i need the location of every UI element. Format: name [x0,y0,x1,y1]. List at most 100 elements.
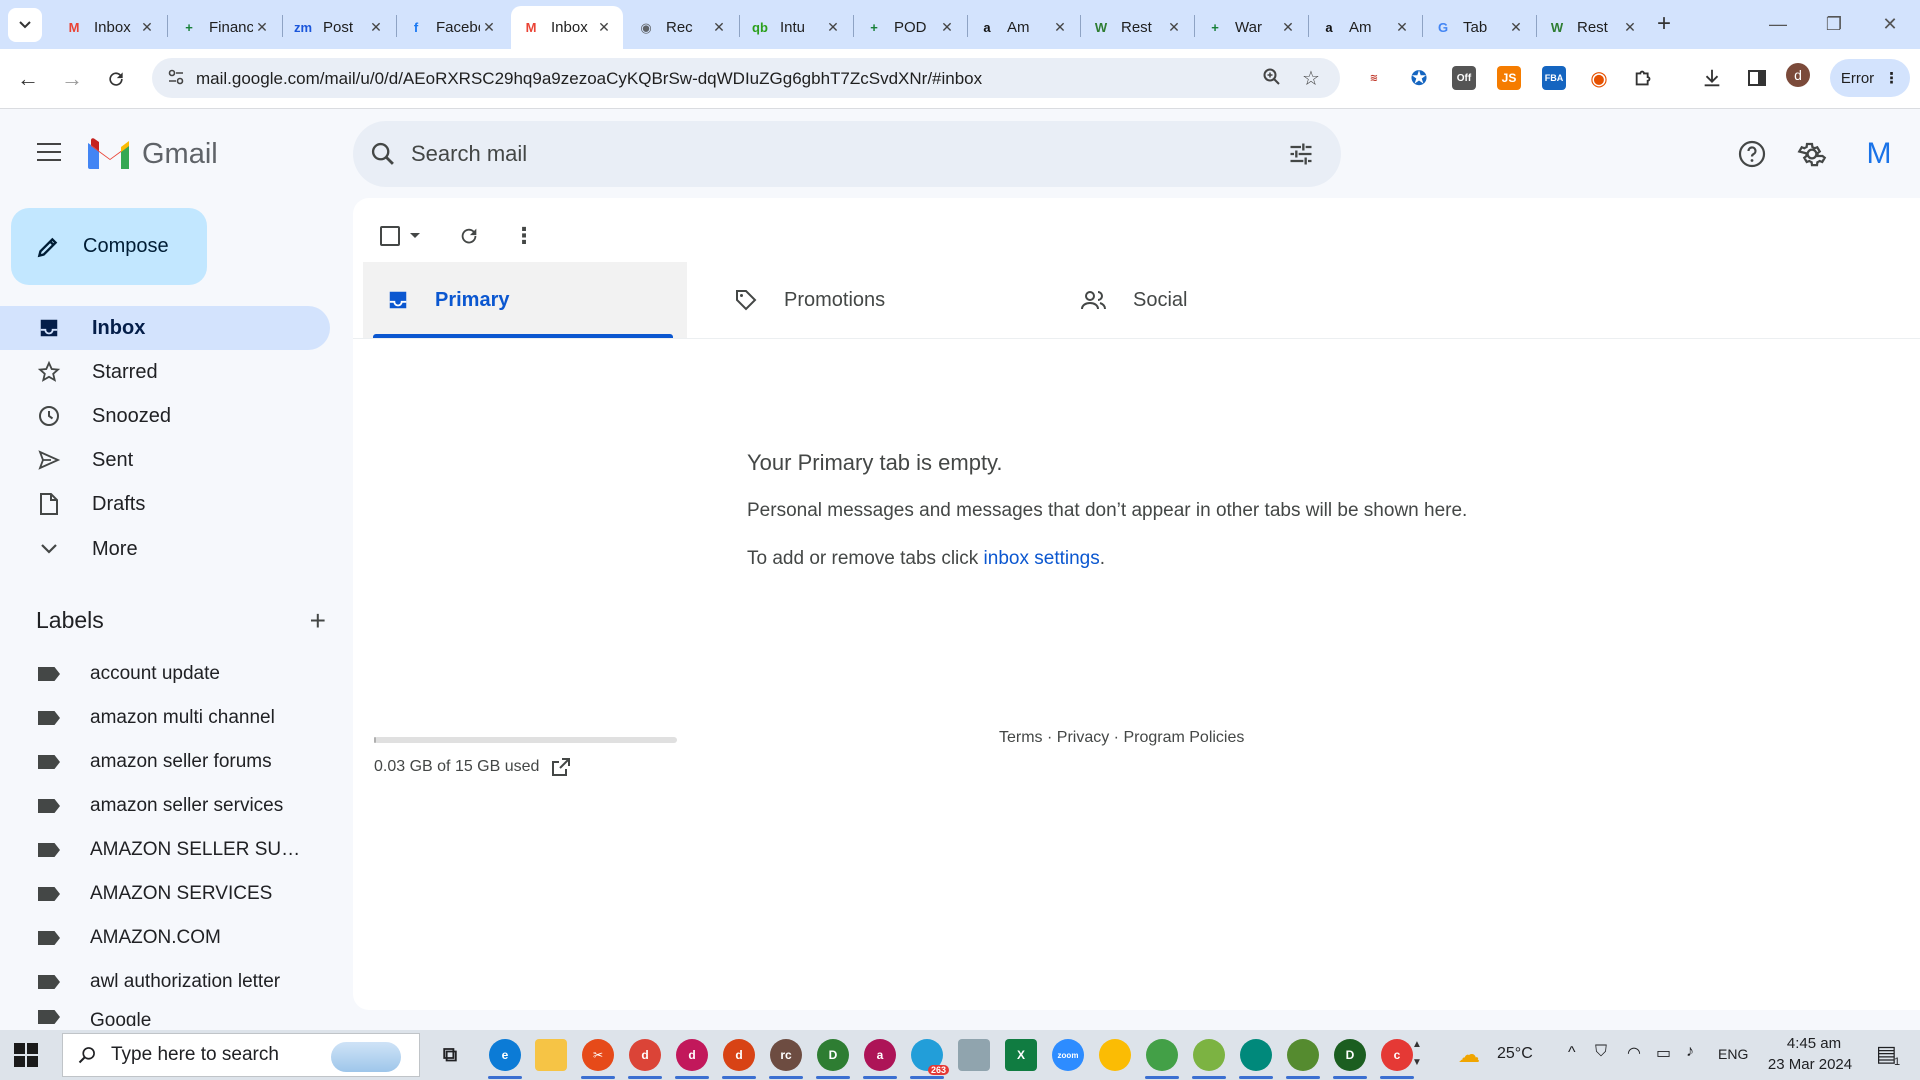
tab-close-icon[interactable]: ✕ [1621,19,1639,36]
bookmark-star-icon[interactable]: ☆ [1302,66,1320,91]
sidebar-item-starred[interactable]: Starred [0,350,330,394]
label-item[interactable]: awl authorization letter [0,960,330,1004]
sidebar-item-snoozed[interactable]: Snoozed [0,394,330,438]
chrome-profile-taskbar-icon[interactable] [1193,1039,1225,1071]
label-item[interactable]: AMAZON SERVICES [0,872,330,916]
side-panel-icon[interactable] [1745,66,1769,90]
browser-tab[interactable]: G Tab ✕ [1423,6,1535,49]
extension-icon-3[interactable]: ◉ [1587,66,1611,90]
chrome-profile-taskbar-icon[interactable]: D [1334,1039,1366,1071]
more-options-icon[interactable]: ⋮ [508,220,540,252]
chrome-profile-taskbar-icon[interactable]: d [676,1039,708,1071]
sidebar-item-inbox[interactable]: Inbox [0,306,330,350]
extension-icon-2[interactable]: ✪ [1407,66,1431,90]
fba-extension-icon[interactable]: FBA [1542,66,1566,90]
program-policies-link[interactable]: Program Policies [1123,729,1244,746]
browser-tab[interactable]: a Am ✕ [967,6,1079,49]
gmail-logo[interactable]: Gmail [88,137,218,171]
browser-tab[interactable]: + Finance✕ [169,6,281,49]
forward-button[interactable]: → [56,63,88,95]
browser-tab[interactable]: f Facebook✕ [396,6,508,49]
open-external-icon[interactable] [551,757,571,777]
tab-close-icon[interactable]: ✕ [367,19,385,36]
js-extension-icon[interactable]: JS [1497,66,1521,90]
tab-close-icon[interactable]: ✕ [824,19,842,36]
file-explorer-taskbar-icon[interactable] [535,1039,567,1071]
label-item[interactable]: amazon seller forums [0,740,330,784]
browser-tab[interactable]: M Inbox ✕ [54,6,166,49]
chrome-profile-taskbar-icon[interactable] [1146,1039,1178,1071]
browser-tab[interactable]: W Rest ✕ [1537,6,1649,49]
edge-taskbar-icon[interactable]: e [489,1039,521,1071]
new-tab-button[interactable]: + [1650,10,1678,38]
chrome-profile-taskbar-icon[interactable]: rc [770,1039,802,1071]
privacy-link[interactable]: Privacy [1057,729,1109,746]
label-item[interactable]: amazon seller services [0,784,330,828]
label-item[interactable]: AMAZON.COM [0,916,330,960]
tab-close-icon[interactable]: ✕ [480,19,498,36]
security-icon[interactable]: ⛉ [1595,1043,1607,1061]
tab-social[interactable]: Social [1057,262,1387,338]
extension-icon-1[interactable]: ≋ [1362,66,1386,90]
browser-tab[interactable]: + POD ✕ [854,6,966,49]
chrome-profile-taskbar-icon[interactable]: c [1381,1039,1413,1071]
error-button[interactable]: Error ⋮ [1830,59,1910,97]
zoom-icon[interactable] [1262,67,1282,92]
restore-icon[interactable]: ❐ [1806,0,1862,48]
downloads-icon[interactable] [1700,66,1724,90]
zoom-taskbar-icon[interactable]: zoom [1052,1039,1084,1071]
browser-tab[interactable]: ◉ Rec ✕ [626,6,738,49]
taskbar-overflow-arrows[interactable]: ▲ ▼ [1412,1036,1422,1072]
back-button[interactable]: ← [12,63,44,95]
taskbar-search-box[interactable]: Type here to search [62,1033,420,1077]
sidebar-item-drafts[interactable]: Drafts [0,482,330,526]
snipping-tool-taskbar-icon[interactable]: ✂ [582,1039,614,1071]
close-window-icon[interactable]: ✕ [1862,0,1918,48]
battery-icon[interactable]: ▭ [1656,1043,1671,1063]
site-info-icon[interactable] [166,67,186,92]
refresh-icon[interactable] [453,220,485,252]
sidebar-item-more[interactable]: More [0,527,330,571]
browser-tab[interactable]: a Am ✕ [1309,6,1421,49]
tab-search-button[interactable] [8,8,42,42]
support-icon[interactable] [1731,133,1773,175]
main-menu-button[interactable] [33,137,65,169]
chrome-profile-taskbar-icon[interactable] [1240,1039,1272,1071]
browser-tab[interactable]: W Rest ✕ [1081,6,1193,49]
tab-close-icon[interactable]: ✕ [1507,19,1525,36]
tab-close-icon[interactable]: ✕ [253,19,271,36]
language-indicator[interactable]: ENG [1718,1046,1748,1062]
label-item[interactable]: Google [0,1004,330,1026]
label-item[interactable]: AMAZON SELLER SUPP... [0,828,330,872]
tab-close-icon[interactable]: ✕ [1393,19,1411,36]
tab-close-icon[interactable]: ✕ [595,19,613,36]
chrome-profile-taskbar-icon[interactable]: d [629,1039,661,1071]
clock-time[interactable]: 4:45 am [1776,1035,1852,1052]
chrome-profile-taskbar-icon[interactable]: d [723,1039,755,1071]
tab-close-icon[interactable]: ✕ [938,19,956,36]
tab-primary[interactable]: Primary [363,262,687,338]
select-all-checkbox[interactable] [375,220,427,252]
add-label-icon[interactable]: + [310,606,326,634]
chrome-profile-taskbar-icon[interactable]: a [864,1039,896,1071]
chrome-taskbar-icon[interactable] [1099,1039,1131,1071]
excel-taskbar-icon[interactable]: X [1005,1039,1037,1071]
notes-taskbar-icon[interactable] [958,1039,990,1071]
volume-icon[interactable]: ♪ [1686,1043,1694,1061]
tab-close-icon[interactable]: ✕ [710,19,728,36]
label-item[interactable]: amazon multi channel [0,696,330,740]
search-options-icon[interactable] [1287,140,1315,173]
browser-profile-avatar[interactable]: d [1786,63,1810,87]
clock-date[interactable]: 23 Mar 2024 [1762,1056,1858,1073]
extension-off-icon[interactable]: Off [1452,66,1476,90]
sidebar-item-sent[interactable]: Sent [0,438,330,482]
tab-close-icon[interactable]: ✕ [1279,19,1297,36]
tab-promotions[interactable]: Promotions [710,262,1040,338]
search-icon[interactable] [369,140,397,173]
label-item[interactable]: account update [0,652,330,696]
show-hidden-icons-icon[interactable]: ^ [1568,1044,1576,1062]
terms-link[interactable]: Terms [999,729,1043,746]
extensions-puzzle-icon[interactable] [1632,66,1656,90]
omnibox[interactable]: mail.google.com/mail/u/0/d/AEoRXRSC29hq9… [152,58,1340,98]
tab-close-icon[interactable]: ✕ [138,19,156,36]
